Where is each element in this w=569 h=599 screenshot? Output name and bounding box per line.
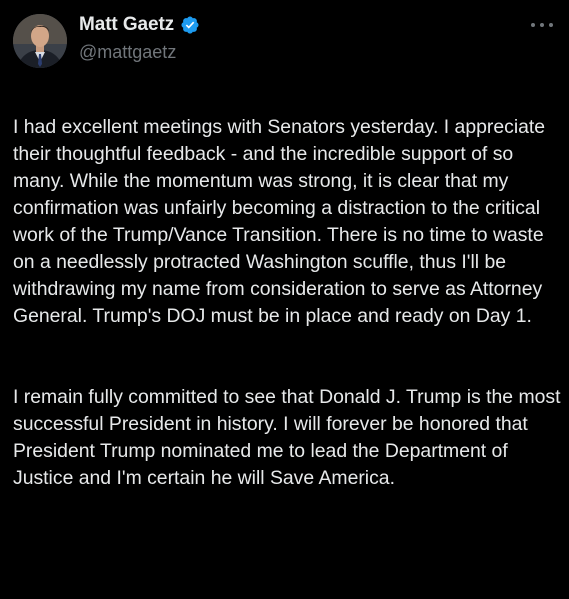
verified-badge-icon[interactable] <box>180 15 200 35</box>
tweet-text: I had excellent meetings with Senators y… <box>13 87 561 519</box>
handle[interactable]: @mattgaetz <box>79 42 200 63</box>
display-name[interactable]: Matt Gaetz <box>79 14 174 36</box>
tweet-card: Matt Gaetz @mattgaetz I had excellent me… <box>0 0 569 599</box>
tweet-paragraph-1: I had excellent meetings with Senators y… <box>13 116 546 327</box>
avatar[interactable] <box>13 14 67 68</box>
dot <box>549 23 553 27</box>
tweet-paragraph-2: I remain fully committed to see that Don… <box>13 386 561 489</box>
name-row: Matt Gaetz <box>79 12 200 38</box>
dot <box>531 23 535 27</box>
avatar-image <box>13 14 67 68</box>
more-options-icon[interactable] <box>531 18 553 32</box>
dot <box>540 23 544 27</box>
author-block: Matt Gaetz @mattgaetz <box>79 12 200 63</box>
